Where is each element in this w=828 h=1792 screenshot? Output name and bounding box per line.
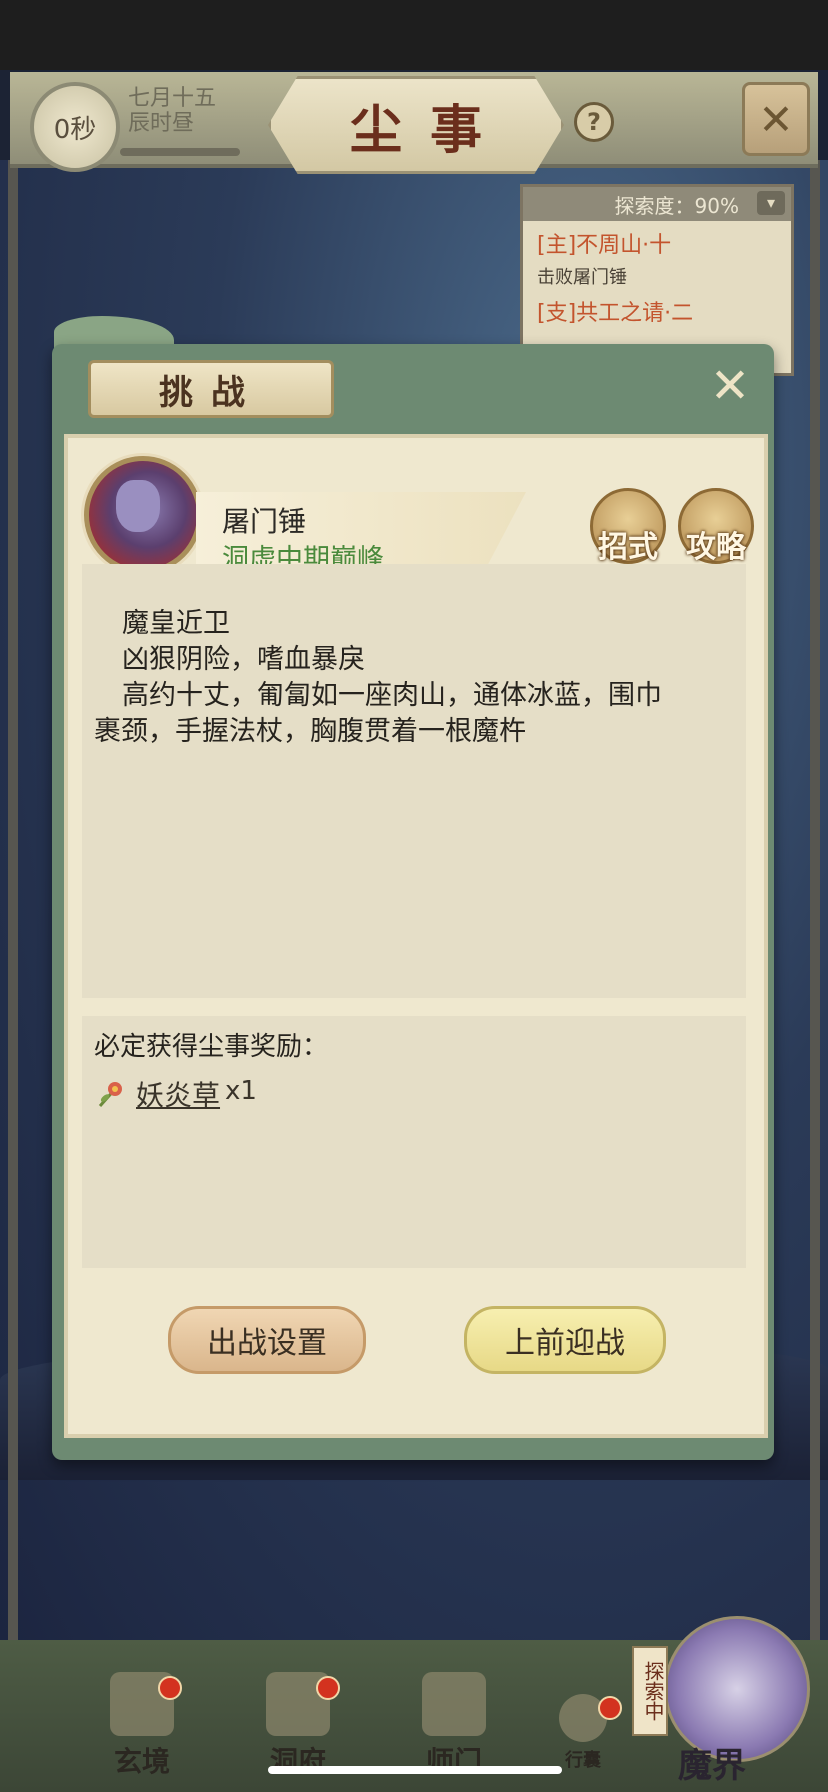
description-line: 裹颈，手握法杖，胸腹贯着一根魔杵: [94, 716, 526, 747]
guide-label: 攻略: [686, 530, 746, 565]
guide-button[interactable]: 攻略: [678, 488, 754, 565]
explore-label: 探索度：90%: [614, 193, 739, 218]
day-progress-bar: [120, 148, 240, 156]
frame-left: [8, 160, 18, 1640]
close-icon: ✕: [758, 94, 794, 144]
description-line: 凶狠阴险，嗜血暴戾: [122, 644, 365, 675]
dialog-close-button[interactable]: ✕: [702, 358, 758, 414]
game-date: 七月十五 辰时昼: [128, 86, 216, 136]
collapse-chevron-icon[interactable]: ▾: [757, 191, 785, 215]
page-title-plate: 尘事: [268, 76, 564, 174]
home-indicator[interactable]: [268, 1766, 562, 1774]
quest-name: [主]不周山·十: [537, 233, 672, 258]
start-battle-button[interactable]: 上前迎战: [464, 1306, 666, 1374]
moves-button[interactable]: 招式: [590, 488, 666, 565]
close-scene-button[interactable]: ✕: [742, 82, 810, 156]
frame-right: [810, 160, 820, 1640]
banner-icon: [422, 1672, 486, 1736]
date-time: 辰时昼: [128, 111, 195, 136]
dialog-title: 挑战: [88, 360, 334, 418]
nav-label: 师门: [425, 1745, 482, 1778]
quest-item-side[interactable]: [支]共工之请·二: [523, 289, 791, 327]
quest-item-main[interactable]: [主]不周山·十 击败屠门锤: [523, 221, 791, 289]
explore-progress: 探索度：90% ▾: [523, 187, 791, 221]
help-button[interactable]: ?: [574, 102, 614, 142]
description-line: 高约十丈，匍匐如一座肉山，通体冰蓝，围巾: [122, 680, 662, 711]
herb-icon: [98, 1082, 122, 1107]
nav-item-shimen[interactable]: 师门: [414, 1672, 494, 1780]
moves-label: 招式: [598, 530, 658, 565]
page-title: 尘事: [349, 99, 510, 161]
quest-name: [支]共工之请·二: [537, 301, 694, 326]
description-line: 魔皇近卫: [122, 608, 230, 639]
reward-title: 必定获得尘事奖励：: [94, 1032, 329, 1062]
timer-badge: 0秒: [30, 82, 120, 172]
boss-name: 屠门锤: [222, 505, 307, 538]
notification-dot: [158, 1676, 182, 1700]
reward-item-count: x1: [225, 1076, 257, 1106]
current-realm-label: 魔界: [678, 1746, 746, 1786]
exploring-tag: 探索中: [632, 1646, 668, 1736]
nav-label: 洞府: [269, 1745, 326, 1778]
notification-dot: [316, 1676, 340, 1700]
nav-label: 玄境: [113, 1745, 170, 1778]
notification-dot: [598, 1696, 622, 1720]
boss-portrait-face: [116, 480, 160, 532]
close-icon: ✕: [709, 358, 751, 414]
reward-item-link[interactable]: 妖炎草: [136, 1074, 220, 1114]
date-day: 七月十五: [128, 86, 217, 111]
quest-desc: 击败屠门锤: [537, 267, 627, 288]
status-bar-area: [0, 0, 828, 70]
battle-setup-button[interactable]: 出战设置: [168, 1306, 366, 1374]
